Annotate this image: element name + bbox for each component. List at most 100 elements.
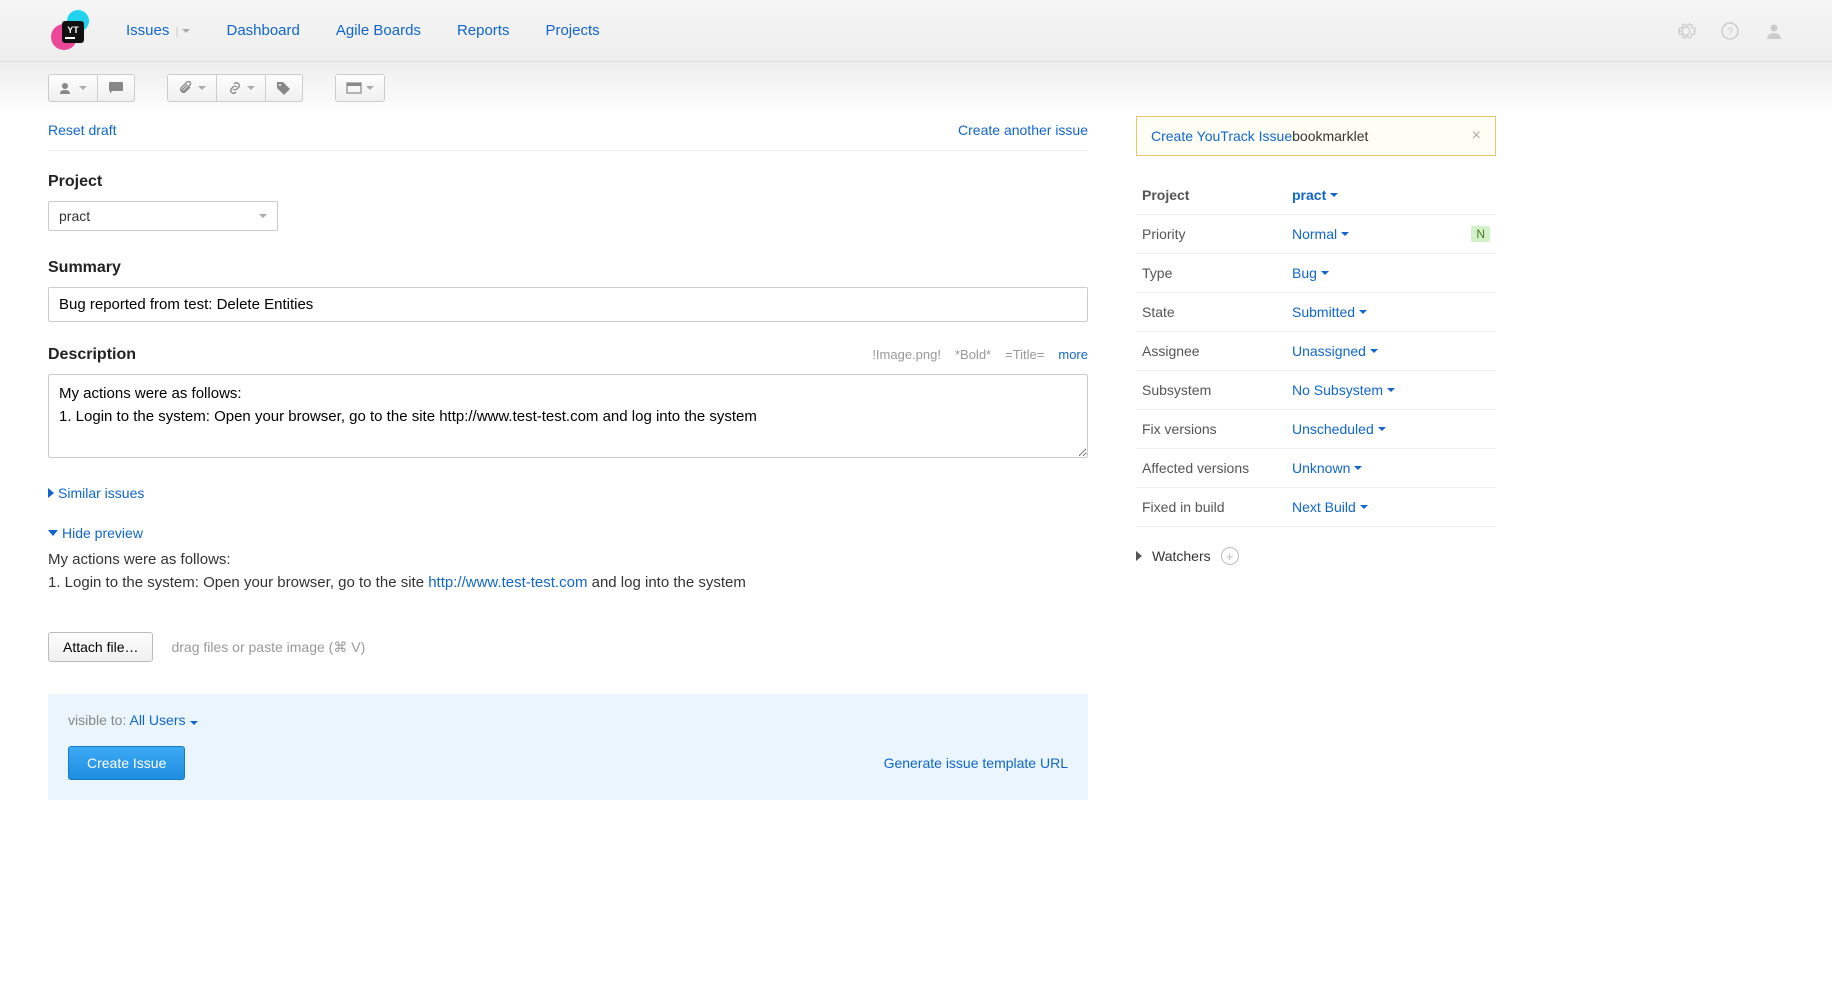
similar-issues-toggle[interactable]: Similar issues <box>48 485 1088 501</box>
card-button[interactable] <box>335 74 385 102</box>
prop-project-value[interactable]: pract <box>1292 187 1338 203</box>
nav-issues-separator: | <box>175 24 178 38</box>
nav-dashboard[interactable]: Dashboard <box>226 22 299 39</box>
prop-subsystem-label: Subsystem <box>1136 371 1286 410</box>
bookmarklet-suffix: bookmarklet <box>1292 128 1368 144</box>
description-textarea[interactable] <box>48 374 1088 458</box>
bookmarklet-link[interactable]: Create YouTrack Issue <box>1151 128 1292 144</box>
sidebar: Create YouTrack Issue bookmarklet × Proj… <box>1136 112 1496 800</box>
visibility-button[interactable] <box>48 74 98 102</box>
chevron-down-icon <box>259 214 267 218</box>
create-issue-button[interactable]: Create Issue <box>68 746 185 780</box>
prop-fix-versions: Fix versions Unscheduled <box>1136 410 1496 449</box>
chevron-down-icon[interactable] <box>182 29 190 33</box>
youtrack-logo[interactable]: YT <box>48 7 96 55</box>
prop-subsystem: Subsystem No Subsystem <box>1136 371 1496 410</box>
prop-state-label: State <box>1136 293 1286 332</box>
project-label: Project <box>48 173 1088 191</box>
hint-title: =Title= <box>1005 347 1044 362</box>
chevron-down-icon <box>1321 271 1329 275</box>
link-button[interactable] <box>217 74 266 102</box>
project-select[interactable]: pract <box>48 201 278 231</box>
chevron-down-icon <box>1387 388 1395 392</box>
prop-affected-versions-value[interactable]: Unknown <box>1292 460 1362 476</box>
svg-text:YT: YT <box>67 25 79 35</box>
prop-subsystem-value[interactable]: No Subsystem <box>1292 382 1395 398</box>
toolbar <box>0 62 1832 112</box>
prop-priority: Priority Normal N <box>1136 215 1496 254</box>
nav-issues[interactable]: Issues | <box>126 22 190 39</box>
preview-line2: 1. Login to the system: Open your browse… <box>48 572 1088 595</box>
preview-url-link[interactable]: http://www.test-test.com <box>428 574 587 591</box>
nav-projects[interactable]: Projects <box>545 22 599 39</box>
chevron-down-icon <box>1370 349 1378 353</box>
prop-assignee-value[interactable]: Unassigned <box>1292 343 1378 359</box>
chevron-down-icon <box>1360 505 1368 509</box>
triangle-right-icon <box>1136 551 1142 561</box>
header: YT Issues | Dashboard Agile Boards Repor… <box>0 0 1832 62</box>
reset-draft-link[interactable]: Reset draft <box>48 122 116 138</box>
prop-fixed-in-build-label: Fixed in build <box>1136 488 1286 527</box>
watchers-label: Watchers <box>1152 548 1211 564</box>
chevron-down-icon <box>1341 232 1349 236</box>
gear-icon[interactable] <box>1676 21 1696 41</box>
attach-button[interactable] <box>167 74 217 102</box>
triangle-down-icon <box>48 530 58 536</box>
hint-bold: *Bold* <box>955 347 991 362</box>
user-icon[interactable] <box>1764 21 1784 41</box>
watchers-section[interactable]: Watchers + <box>1136 547 1496 565</box>
hide-preview-toggle[interactable]: Hide preview <box>48 525 1088 541</box>
nav: Issues | Dashboard Agile Boards Reports … <box>126 22 600 39</box>
prop-fix-versions-value[interactable]: Unscheduled <box>1292 421 1386 437</box>
comment-button[interactable] <box>98 74 135 102</box>
description-label: Description <box>48 346 136 364</box>
properties-table: Project pract Priority NormalN Type Bug … <box>1136 176 1496 527</box>
create-another-link[interactable]: Create another issue <box>958 122 1088 138</box>
footer-bar: visible to: All Users Create Issue Gener… <box>48 694 1088 800</box>
prop-project-label: Project <box>1136 176 1286 215</box>
hint-more-link[interactable]: more <box>1058 347 1088 362</box>
attach-file-button[interactable]: Attach file… <box>48 632 153 662</box>
prop-type: Type Bug <box>1136 254 1496 293</box>
svg-text:?: ? <box>1727 26 1733 38</box>
generate-template-link[interactable]: Generate issue template URL <box>884 755 1068 771</box>
chevron-down-icon <box>366 86 374 90</box>
prop-priority-label: Priority <box>1136 215 1286 254</box>
nav-issues-label: Issues <box>126 22 169 39</box>
hide-preview-label: Hide preview <box>62 525 143 541</box>
chevron-down-icon <box>198 86 206 90</box>
nav-reports[interactable]: Reports <box>457 22 510 39</box>
preview-line1: My actions were as follows: <box>48 549 1088 572</box>
tag-button[interactable] <box>266 74 303 102</box>
triangle-right-icon <box>48 488 54 498</box>
prop-affected-versions-label: Affected versions <box>1136 449 1286 488</box>
prop-priority-value[interactable]: Normal <box>1292 226 1349 242</box>
nav-agile-boards[interactable]: Agile Boards <box>336 22 421 39</box>
summary-input[interactable] <box>48 287 1088 322</box>
prop-assignee-label: Assignee <box>1136 332 1286 371</box>
prop-fix-versions-label: Fix versions <box>1136 410 1286 449</box>
bookmarklet-banner: Create YouTrack Issue bookmarklet × <box>1136 116 1496 156</box>
help-icon[interactable]: ? <box>1720 21 1740 41</box>
visible-to-label: visible to: <box>68 712 126 728</box>
add-watcher-button[interactable]: + <box>1221 547 1239 565</box>
close-icon[interactable]: × <box>1472 127 1481 145</box>
visible-to-value[interactable]: All Users <box>129 712 197 728</box>
attach-hint: drag files or paste image (⌘ V) <box>171 639 365 656</box>
chevron-down-icon <box>1330 193 1338 197</box>
prop-fixed-in-build: Fixed in build Next Build <box>1136 488 1496 527</box>
chevron-down-icon <box>247 86 255 90</box>
prop-type-value[interactable]: Bug <box>1292 265 1329 281</box>
preview-body: My actions were as follows: 1. Login to … <box>48 549 1088 594</box>
project-value: pract <box>59 208 90 224</box>
hint-image: !Image.png! <box>872 347 941 362</box>
chevron-down-icon <box>79 86 87 90</box>
priority-badge: N <box>1471 226 1490 242</box>
prop-state-value[interactable]: Submitted <box>1292 304 1367 320</box>
chevron-down-icon <box>1354 466 1362 470</box>
chevron-down-icon <box>1378 427 1386 431</box>
similar-issues-label: Similar issues <box>58 485 144 501</box>
prop-fixed-in-build-value[interactable]: Next Build <box>1292 499 1368 515</box>
chevron-down-icon <box>1359 310 1367 314</box>
prop-type-label: Type <box>1136 254 1286 293</box>
